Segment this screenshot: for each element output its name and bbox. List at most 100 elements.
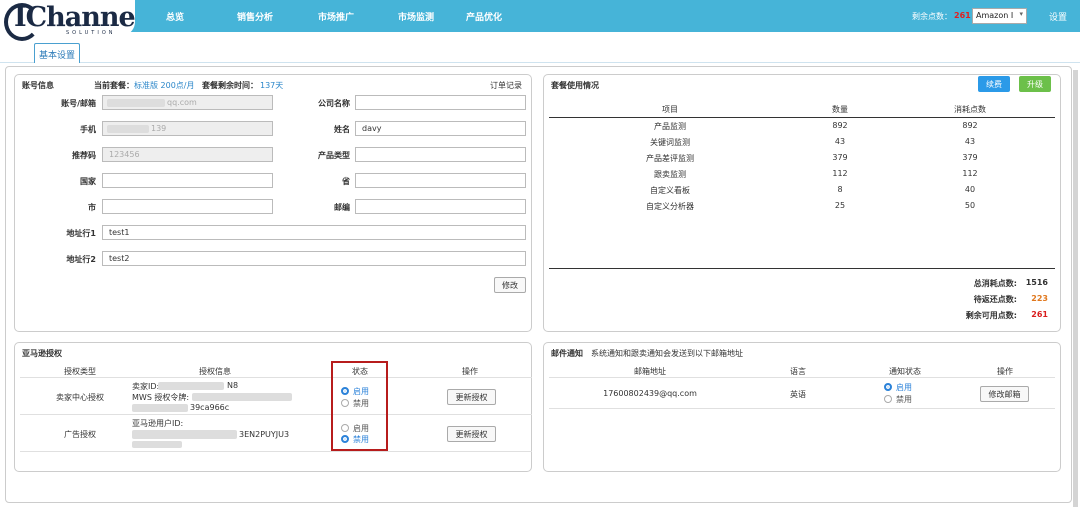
province-field[interactable]: [355, 173, 526, 188]
status-highlight-box: [331, 361, 388, 451]
table-cell: 43: [834, 137, 846, 146]
logo-subtext: SOLUTION: [66, 30, 116, 36]
name-label: 姓名: [334, 125, 350, 134]
nav-marketing[interactable]: 市场推广: [318, 10, 354, 23]
usage-header-item: 项目: [662, 105, 678, 114]
pending-points-value: 223: [1031, 294, 1048, 303]
order-history-link[interactable]: 订单记录: [490, 80, 522, 91]
available-points-label: 剩余可用点数:: [965, 311, 1017, 320]
total-points-label: 总消耗点数:: [973, 279, 1017, 288]
nav-sales-analysis[interactable]: 销售分析: [237, 10, 273, 23]
usage-header-count: 数量: [832, 105, 848, 114]
store-select-value: Amazon I: [976, 11, 1014, 20]
points-value: 261: [954, 11, 971, 20]
postcode-field[interactable]: [355, 199, 526, 214]
nav-product-optimize[interactable]: 产品优化: [466, 10, 502, 23]
redacted-mask: [132, 404, 188, 412]
table-cell: 43: [964, 137, 976, 146]
referral-field: 123456: [102, 147, 273, 162]
phone-field: 139: [102, 121, 273, 136]
auth-type-ads: 广告授权: [64, 430, 96, 439]
redacted-mask: [192, 393, 292, 401]
auth-header-type: 授权类型: [64, 367, 96, 376]
email-disable-radio[interactable]: 禁用: [884, 394, 912, 405]
tab-divider: [0, 62, 1080, 63]
auth-header-divider: [20, 377, 532, 378]
plan-value: 标准版 200点/月: [134, 81, 195, 90]
renew-button[interactable]: 续费: [978, 76, 1010, 92]
country-field[interactable]: [102, 173, 273, 188]
email-notify-description: 系统通知和跟卖通知会发送到以下邮箱地址: [591, 349, 743, 358]
remain-value: 137天: [260, 81, 284, 90]
table-cell: 50: [964, 201, 976, 210]
change-email-button[interactable]: 修改邮箱: [980, 386, 1029, 402]
points-label: 剩余点数：: [912, 12, 952, 21]
redacted-mask: [132, 441, 182, 448]
province-label: 省: [342, 177, 350, 186]
account-info-title: 账号信息: [22, 81, 54, 90]
auth-row-divider: [20, 414, 532, 415]
nav-overview[interactable]: 总览: [166, 10, 184, 23]
radio-label: 禁用: [896, 395, 912, 404]
brand-logo[interactable]: IChannel SOLUTION: [0, 0, 135, 44]
update-seller-auth-button[interactable]: 更新授权: [447, 389, 496, 405]
email-language-value: 英语: [790, 390, 806, 399]
email-header-address: 邮箱地址: [634, 367, 666, 376]
email-header-language: 语言: [790, 367, 806, 376]
email-row-divider: [549, 408, 1055, 409]
auth-row-divider: [20, 451, 532, 452]
email-notify-panel: [543, 342, 1061, 472]
amazon-user-id-value: 3EN2PUYJU3: [239, 430, 290, 439]
product-type-field[interactable]: [355, 147, 526, 162]
company-field[interactable]: [355, 95, 526, 110]
address2-field[interactable]: test2: [102, 251, 526, 266]
modify-account-button[interactable]: 修改: [494, 277, 526, 293]
company-label: 公司名称: [318, 99, 350, 108]
table-cell: 产品差评监测: [646, 154, 694, 163]
available-points-value: 261: [1031, 310, 1048, 319]
city-label: 市: [88, 203, 96, 212]
email-value: qq.com: [167, 98, 197, 107]
upgrade-button[interactable]: 升级: [1019, 76, 1051, 92]
radio-label: 启用: [896, 383, 912, 392]
table-cell: 产品监测: [654, 122, 686, 131]
city-field[interactable]: [102, 199, 273, 214]
table-cell: 379: [832, 153, 848, 162]
auth-header-action: 操作: [462, 367, 478, 376]
email-enable-radio[interactable]: 启用: [884, 382, 912, 393]
settings-link[interactable]: 设置: [1049, 10, 1067, 23]
plan-label: 当前套餐：: [94, 81, 134, 90]
phone-value: 139: [151, 124, 167, 133]
auth-type-seller: 卖家中心授权: [56, 393, 104, 402]
remain-label: 套餐剩余时间：: [202, 81, 258, 90]
table-cell: 自定义分析器: [646, 202, 694, 211]
address1-field[interactable]: test1: [102, 225, 526, 240]
pending-points-label: 待返还点数:: [973, 295, 1017, 304]
usage-header-points: 消耗点数: [954, 105, 986, 114]
referral-label: 推荐码: [72, 151, 96, 160]
name-field[interactable]: davy: [355, 121, 526, 136]
email-address-value: 17600802439@qq.com: [603, 389, 697, 398]
table-cell: 379: [962, 153, 978, 162]
table-cell: 8: [837, 185, 843, 194]
redacted-mask: [132, 430, 237, 439]
table-cell: 40: [964, 185, 976, 194]
logo-text: IChannel: [14, 2, 135, 33]
table-cell: 跟卖监测: [654, 170, 686, 179]
product-type-label: 产品类型: [318, 151, 350, 160]
radio-unchecked-icon: [884, 395, 892, 403]
update-ads-auth-button[interactable]: 更新授权: [447, 426, 496, 442]
table-cell: 892: [962, 121, 978, 130]
store-select[interactable]: Amazon I ▾: [972, 8, 1027, 24]
email-notify-title: 邮件通知: [551, 349, 583, 358]
email-header-action: 操作: [997, 367, 1013, 376]
nav-market-monitor[interactable]: 市场监测: [398, 10, 434, 23]
table-cell: 112: [962, 169, 978, 178]
mws-token-label: MWS 授权令牌:: [132, 393, 190, 402]
email-header-status: 通知状态: [889, 367, 921, 376]
email-header-divider: [549, 377, 1055, 378]
chevron-down-icon: ▾: [1019, 10, 1023, 18]
table-cell: 自定义看板: [650, 186, 690, 195]
phone-label: 手机: [80, 125, 96, 134]
tab-basic-settings[interactable]: 基本设置: [34, 43, 80, 63]
